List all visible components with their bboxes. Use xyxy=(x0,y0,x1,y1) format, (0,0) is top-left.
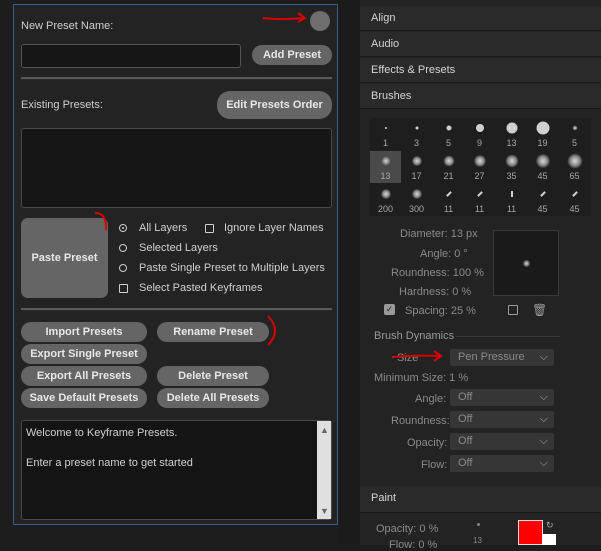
minimum-size-value[interactable]: Minimum Size: 1 % xyxy=(374,372,468,384)
spacing-value[interactable]: Spacing: 25 % xyxy=(405,305,476,317)
opacity-dropdown[interactable]: Off ⌵ xyxy=(450,433,554,450)
brush-tip[interactable]: 19 xyxy=(527,118,558,150)
brush-tip[interactable]: 45 xyxy=(559,184,590,216)
brush-tip[interactable]: 5 xyxy=(559,118,590,150)
scroll-down-icon[interactable]: ▼ xyxy=(320,506,329,516)
flow-label: Flow: xyxy=(421,459,448,471)
delete-preset-button[interactable]: Delete Preset xyxy=(157,366,269,386)
log-line: Enter a preset name to get started xyxy=(26,457,193,469)
brush-tip[interactable]: 45 xyxy=(527,184,558,216)
existing-presets-list[interactable] xyxy=(21,128,332,208)
selected-layers-radio[interactable] xyxy=(119,244,127,252)
trash-icon[interactable]: 🗑 xyxy=(532,303,547,317)
new-preset-label: New Preset Name: xyxy=(21,20,114,32)
edit-presets-order-button[interactable]: Edit Presets Order xyxy=(217,91,332,119)
all-layers-label: All Layers xyxy=(139,222,188,234)
chevron-down-icon: ⌵ xyxy=(539,457,548,469)
chevron-down-icon: ⌵ xyxy=(539,351,548,363)
size-dropdown[interactable]: Pen Pressure ⌵ xyxy=(450,349,554,366)
flow-dropdown[interactable]: Off ⌵ xyxy=(450,455,554,472)
foreground-color-swatch[interactable] xyxy=(518,520,543,545)
brush-tip[interactable]: 3 xyxy=(401,118,432,150)
roundness-dropdown[interactable]: Off ⌵ xyxy=(450,411,554,428)
paint-flow[interactable]: Flow: 0 % xyxy=(389,539,437,551)
paint-opacity[interactable]: Opacity: 0 % xyxy=(376,523,438,535)
swap-colors-icon[interactable]: ↻ xyxy=(546,520,554,531)
brush-tip-grid[interactable]: 1 3 5 9 13 19 5 13 17 21 27 35 45 65 200… xyxy=(370,118,591,216)
audio-section-header[interactable]: Audio xyxy=(360,32,601,57)
selected-layers-label: Selected Layers xyxy=(139,242,218,254)
select-pasted-keyframes-label: Select Pasted Keyframes xyxy=(139,282,263,294)
ignore-layer-names-label: Ignore Layer Names xyxy=(224,222,324,234)
paint-brush-size: 13 xyxy=(473,536,482,545)
select-pasted-keyframes-checkbox[interactable] xyxy=(119,284,128,293)
angle-label: Angle: xyxy=(415,393,447,405)
export-all-presets-button[interactable]: Export All Presets xyxy=(21,366,147,386)
divider xyxy=(21,308,332,311)
brush-tip[interactable]: 65 xyxy=(559,151,590,183)
log-line: Welcome to Keyframe Presets. xyxy=(26,427,178,439)
brushes-section-header[interactable]: Brushes xyxy=(360,84,601,109)
opacity-label: Opacity: xyxy=(407,437,448,449)
panel-gap xyxy=(338,0,360,545)
diameter-label[interactable]: Diameter: 13 px xyxy=(400,228,478,240)
all-layers-radio[interactable] xyxy=(119,224,127,232)
brush-dynamics-title: Brush Dynamics xyxy=(374,330,455,342)
roundness-label: Roundness: xyxy=(391,415,450,427)
angle-dropdown[interactable]: Off ⌵ xyxy=(450,389,554,406)
ae-panels: Align Audio Effects & Presets Brushes 1 … xyxy=(360,0,601,551)
paste-single-label: Paste Single Preset to Multiple Layers xyxy=(139,262,325,274)
delete-all-presets-button[interactable]: Delete All Presets xyxy=(157,388,269,408)
chevron-down-icon: ⌵ xyxy=(539,413,548,425)
rename-preset-button[interactable]: Rename Preset xyxy=(157,322,269,342)
align-section-header[interactable]: Align xyxy=(360,6,601,31)
keyframe-presets-panel: New Preset Name: Add Preset Existing Pre… xyxy=(13,4,338,525)
brush-tip[interactable]: 5 xyxy=(433,118,464,150)
divider xyxy=(21,77,332,80)
ignore-layer-names-checkbox[interactable] xyxy=(205,224,214,233)
import-presets-button[interactable]: Import Presets xyxy=(21,322,147,342)
new-preset-name-input[interactable] xyxy=(21,44,241,68)
red-mark-annotation xyxy=(94,212,108,231)
paint-brush-tip-icon[interactable] xyxy=(477,523,480,526)
brush-tip[interactable]: 11 xyxy=(464,184,495,216)
paint-section-header[interactable]: Paint xyxy=(360,486,601,513)
brush-tip[interactable]: 200 xyxy=(370,184,401,216)
brush-preview xyxy=(493,230,559,296)
brush-tip[interactable]: 21 xyxy=(433,151,464,183)
brush-tip[interactable]: 13 xyxy=(496,118,527,150)
background-color-swatch[interactable] xyxy=(542,534,556,545)
scroll-up-icon[interactable]: ▲ xyxy=(320,425,329,435)
red-bracket-annotation xyxy=(267,315,276,346)
chevron-down-icon: ⌵ xyxy=(539,391,548,403)
paste-single-radio[interactable] xyxy=(119,264,127,272)
add-preset-button[interactable]: Add Preset xyxy=(252,45,332,65)
export-single-preset-button[interactable]: Export Single Preset xyxy=(21,344,147,364)
red-arrow-annotation xyxy=(391,350,443,362)
brush-tip[interactable]: 9 xyxy=(464,118,495,150)
divider xyxy=(456,336,560,337)
new-brush-icon[interactable] xyxy=(508,305,518,315)
brush-tip[interactable]: 17 xyxy=(401,151,432,183)
red-arrow-annotation xyxy=(262,12,307,23)
brush-tip[interactable]: 27 xyxy=(464,151,495,183)
hardness-value[interactable]: Hardness: 0 % xyxy=(399,286,471,298)
save-default-presets-button[interactable]: Save Default Presets xyxy=(21,388,147,408)
brush-tip[interactable]: 11 xyxy=(433,184,464,216)
chevron-down-icon: ⌵ xyxy=(539,435,548,447)
log-scrollbar[interactable]: ▲ ▼ xyxy=(317,421,331,519)
brush-tip[interactable]: 11 xyxy=(496,184,527,216)
brush-tip-selected[interactable]: 13 xyxy=(370,151,401,183)
brush-tip[interactable]: 45 xyxy=(527,151,558,183)
log-textarea[interactable]: Welcome to Keyframe Presets. Enter a pre… xyxy=(21,420,332,520)
effects-presets-section-header[interactable]: Effects & Presets xyxy=(360,58,601,83)
brush-tip[interactable]: 300 xyxy=(401,184,432,216)
status-circle-icon[interactable] xyxy=(310,11,330,31)
brush-tip[interactable]: 1 xyxy=(370,118,401,150)
existing-presets-label: Existing Presets: xyxy=(21,99,103,111)
angle-value[interactable]: Angle: 0 ° xyxy=(420,248,468,260)
spacing-checkbox[interactable]: ✓ xyxy=(384,304,395,315)
brush-tip[interactable]: 35 xyxy=(496,151,527,183)
roundness-value[interactable]: Roundness: 100 % xyxy=(391,267,484,279)
